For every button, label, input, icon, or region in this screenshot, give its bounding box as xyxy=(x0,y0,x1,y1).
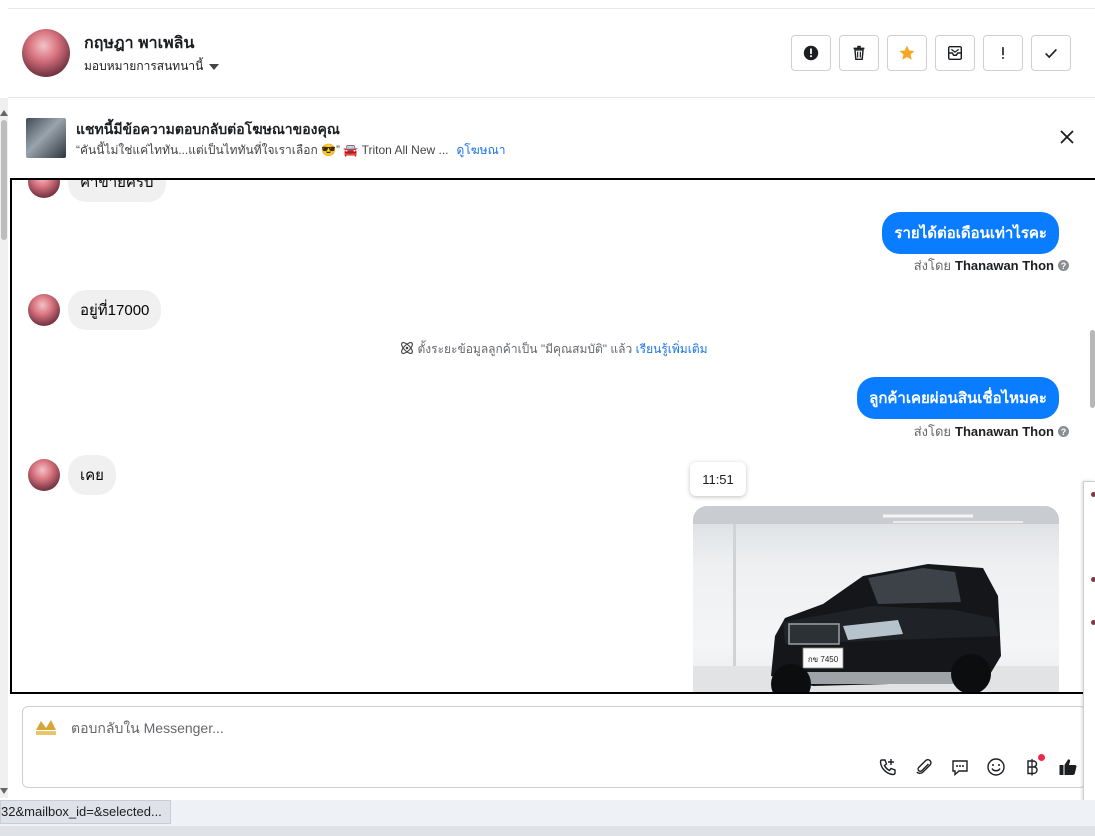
trash-icon xyxy=(853,45,865,61)
sent-by-label: ส่งโดย Thanawan Thon ? xyxy=(914,255,1069,276)
page-logo-icon xyxy=(36,720,56,735)
thumbs-up-icon xyxy=(1059,759,1077,775)
message-incoming-partial: ค่าขายครับ xyxy=(28,180,166,202)
help-icon[interactable]: ? xyxy=(1058,426,1069,437)
mark-done-button[interactable] xyxy=(1031,35,1071,71)
ad-snippet-row: “คันนี้ไม่ใช่แค่ไททัน...แต่เป็นไททันที่ใ… xyxy=(76,141,505,160)
mail-archive-icon xyxy=(947,45,963,61)
side-avatar-dot xyxy=(1091,577,1095,582)
saved-replies-button[interactable] xyxy=(949,756,971,778)
ad-reply-banner: แชทนี้มีข้อความตอบกลับต่อโฆษณาของคุณ “คั… xyxy=(8,98,1095,178)
ad-banner-title: แชทนี้มีข้อความตอบกลับต่อโฆษณาของคุณ xyxy=(76,121,340,137)
caret-down-icon xyxy=(209,63,220,70)
sent-by-name: Thanawan Thon xyxy=(955,258,1054,273)
status-url: 32&mailbox_id=&selected... xyxy=(0,800,171,824)
image-attachment[interactable]: กข 7450 xyxy=(693,506,1059,692)
system-notice: ตั้งระยะข้อมูลลูกค้าเป็น "มีคุณสมบัติ" แ… xyxy=(12,340,1095,359)
ad-snippet: “คันนี้ไม่ใช่แค่ไททัน...แต่เป็นไททันที่ใ… xyxy=(76,143,449,157)
message-outgoing[interactable]: รายได้ต่อเดือนเท่าไรคะ xyxy=(882,212,1059,254)
message-bubble[interactable]: อยู่ที่17000 xyxy=(68,290,162,330)
composer-toolbar xyxy=(877,754,1079,778)
like-button[interactable] xyxy=(1057,756,1079,778)
chat-bubble-icon xyxy=(952,760,968,777)
exclamation-icon xyxy=(1002,47,1004,59)
inbox-conversation-view: กฤษฎา พาเพลิน มอบหมายการสนทนานี้ แชทนี้ม… xyxy=(0,0,1095,836)
scroll-up-icon[interactable] xyxy=(0,110,8,116)
scroll-thumb[interactable] xyxy=(1,120,7,240)
sent-by-label: ส่งโดย Thanawan Thon ? xyxy=(914,421,1069,442)
browser-status-bar: 32&mailbox_id=&selected... xyxy=(0,800,1095,836)
phone-add-icon xyxy=(879,759,896,776)
left-scrollbar[interactable] xyxy=(0,98,8,798)
side-avatar-dot xyxy=(1091,492,1095,497)
sent-by-name: Thanawan Thon xyxy=(955,424,1054,439)
scroll-down-icon[interactable] xyxy=(0,788,8,794)
check-icon xyxy=(1045,48,1057,59)
ad-thumbnail[interactable] xyxy=(26,118,66,158)
car-photo-illustration: กข 7450 xyxy=(693,506,1059,692)
emoji-icon xyxy=(987,758,1005,776)
header-actions xyxy=(791,35,1071,71)
message-outgoing[interactable]: ลูกค้าเคยผ่อนสินเชื่อไหมคะ xyxy=(857,377,1059,419)
sent-by-prefix: ส่งโดย xyxy=(913,258,952,273)
help-icon[interactable]: ? xyxy=(1058,260,1069,271)
move-to-inbox-button[interactable] xyxy=(935,35,975,71)
call-button[interactable] xyxy=(877,756,899,778)
message-thread[interactable]: ค่าขายครับ รายได้ต่อเดือนเท่าไรคะ ส่งโดย… xyxy=(10,178,1095,694)
contact-name[interactable]: กฤษฎา พาเพลิน xyxy=(84,31,194,56)
system-notice-text: ตั้งระยะข้อมูลลูกค้าเป็น "มีคุณสมบัติ" แ… xyxy=(417,342,633,356)
side-panel-edge[interactable] xyxy=(1083,481,1095,812)
horizontal-scrollbar[interactable] xyxy=(0,826,1095,836)
assign-label: มอบหมายการสนทนานี้ xyxy=(84,59,204,73)
alert-circle-icon xyxy=(803,45,819,61)
license-plate: กข 7450 xyxy=(808,655,839,664)
message-bubble[interactable]: เคย xyxy=(68,455,116,495)
atom-icon xyxy=(401,342,414,354)
reply-input[interactable] xyxy=(71,720,671,736)
thread-scroll-thumb[interactable] xyxy=(1090,330,1095,408)
star-button[interactable] xyxy=(887,35,927,71)
contact-avatar-small xyxy=(28,459,60,491)
paperclip-icon xyxy=(916,759,932,775)
conversation-header: กฤษฎา พาเพลิน มอบหมายการสนทนานี้ xyxy=(8,9,1095,98)
contact-avatar[interactable] xyxy=(22,29,70,77)
learn-more-link[interactable]: เรียนรู้เพิ่มเติม xyxy=(636,342,708,356)
message-bubble: ค่าขายครับ xyxy=(68,180,166,202)
contact-avatar-small xyxy=(28,180,60,198)
assign-conversation-dropdown[interactable]: มอบหมายการสนทนานี้ xyxy=(84,57,220,76)
star-icon xyxy=(899,45,915,60)
message-incoming: เคย xyxy=(28,455,116,495)
attach-button[interactable] xyxy=(913,756,935,778)
message-incoming: อยู่ที่17000 xyxy=(28,290,162,330)
side-avatar-dot xyxy=(1091,620,1095,625)
notification-dot xyxy=(1038,754,1045,761)
report-button[interactable] xyxy=(791,35,831,71)
sent-by-prefix: ส่งโดย xyxy=(913,424,952,439)
emoji-button[interactable] xyxy=(985,756,1007,778)
delete-button[interactable] xyxy=(839,35,879,71)
close-icon[interactable] xyxy=(1059,129,1075,145)
view-ad-link[interactable]: ดูโฆษณา xyxy=(457,143,506,157)
timestamp-tooltip: 11:51 xyxy=(690,462,746,496)
reply-composer xyxy=(22,706,1086,788)
contact-avatar-small xyxy=(28,294,60,326)
mark-spam-button[interactable] xyxy=(983,35,1023,71)
payment-button[interactable] xyxy=(1021,754,1045,778)
